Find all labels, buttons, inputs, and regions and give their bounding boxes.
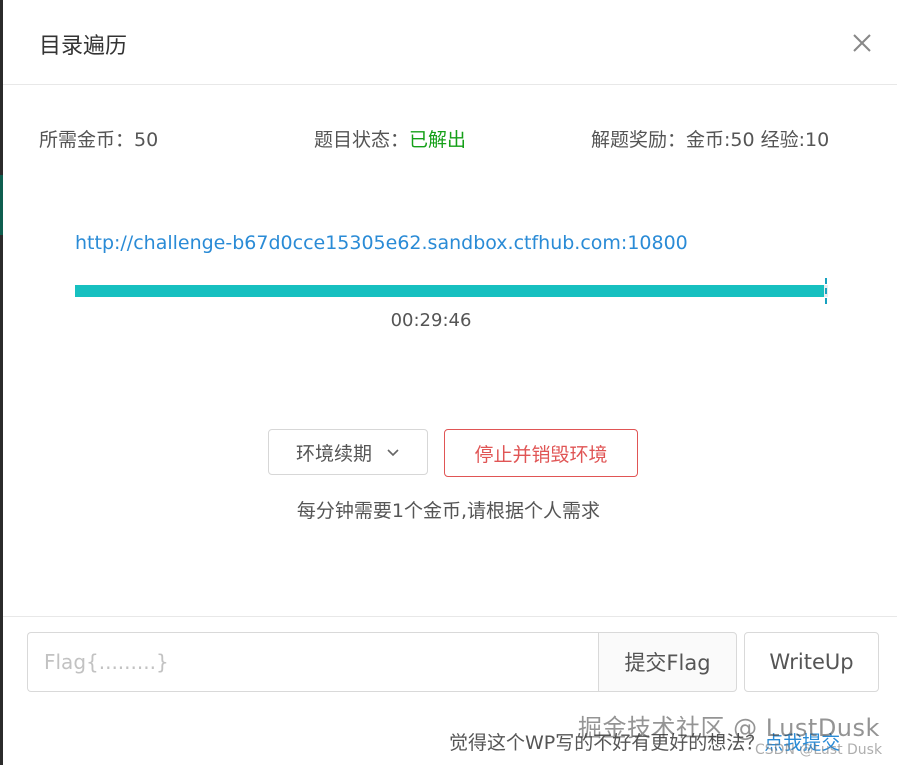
- progress-end-marker: [825, 278, 829, 304]
- countdown-timer: 00:29:46: [390, 310, 472, 331]
- flag-input[interactable]: [27, 632, 599, 692]
- destroy-environment-button[interactable]: 停止并销毁环境: [444, 429, 638, 477]
- challenge-status: 题目状态：已解出: [314, 125, 466, 152]
- dialog-header: 目录遍历: [3, 0, 897, 85]
- renew-environment-dropdown[interactable]: 环境续期: [268, 429, 428, 475]
- writeup-prompt-text: 觉得这个WP写的不好有更好的想法？: [449, 732, 765, 754]
- coins-needed: 所需金币：50: [39, 129, 159, 151]
- submit-writeup-link[interactable]: 点我提交: [764, 732, 840, 754]
- status-label: 题目状态：: [314, 129, 410, 151]
- challenge-dialog: 目录遍历 所需金币：50 题目状态：已解出 解题奖励：金币:50 经验:10 h…: [3, 0, 897, 765]
- writeup-button[interactable]: WriteUp: [744, 632, 879, 692]
- chevron-down-icon: [386, 441, 400, 463]
- time-progress-fill: [75, 285, 825, 297]
- footer-divider: [3, 616, 897, 617]
- time-progress-bar: [75, 285, 828, 297]
- submit-flag-button[interactable]: 提交Flag: [598, 632, 737, 692]
- status-badge: 已解出: [409, 129, 467, 151]
- solve-reward: 解题奖励：金币:50 经验:10: [591, 129, 830, 151]
- writeup-prompt: 觉得这个WP写的不好有更好的想法？点我提交: [449, 728, 840, 755]
- coin-usage-note: 每分钟需要1个金币,请根据个人需求: [296, 500, 601, 522]
- dialog-title: 目录遍历: [39, 34, 128, 59]
- close-icon[interactable]: [851, 32, 873, 54]
- renew-label: 环境续期: [295, 442, 372, 465]
- challenge-url-link[interactable]: http://challenge-b67d0cce15305e62.sandbo…: [75, 232, 688, 254]
